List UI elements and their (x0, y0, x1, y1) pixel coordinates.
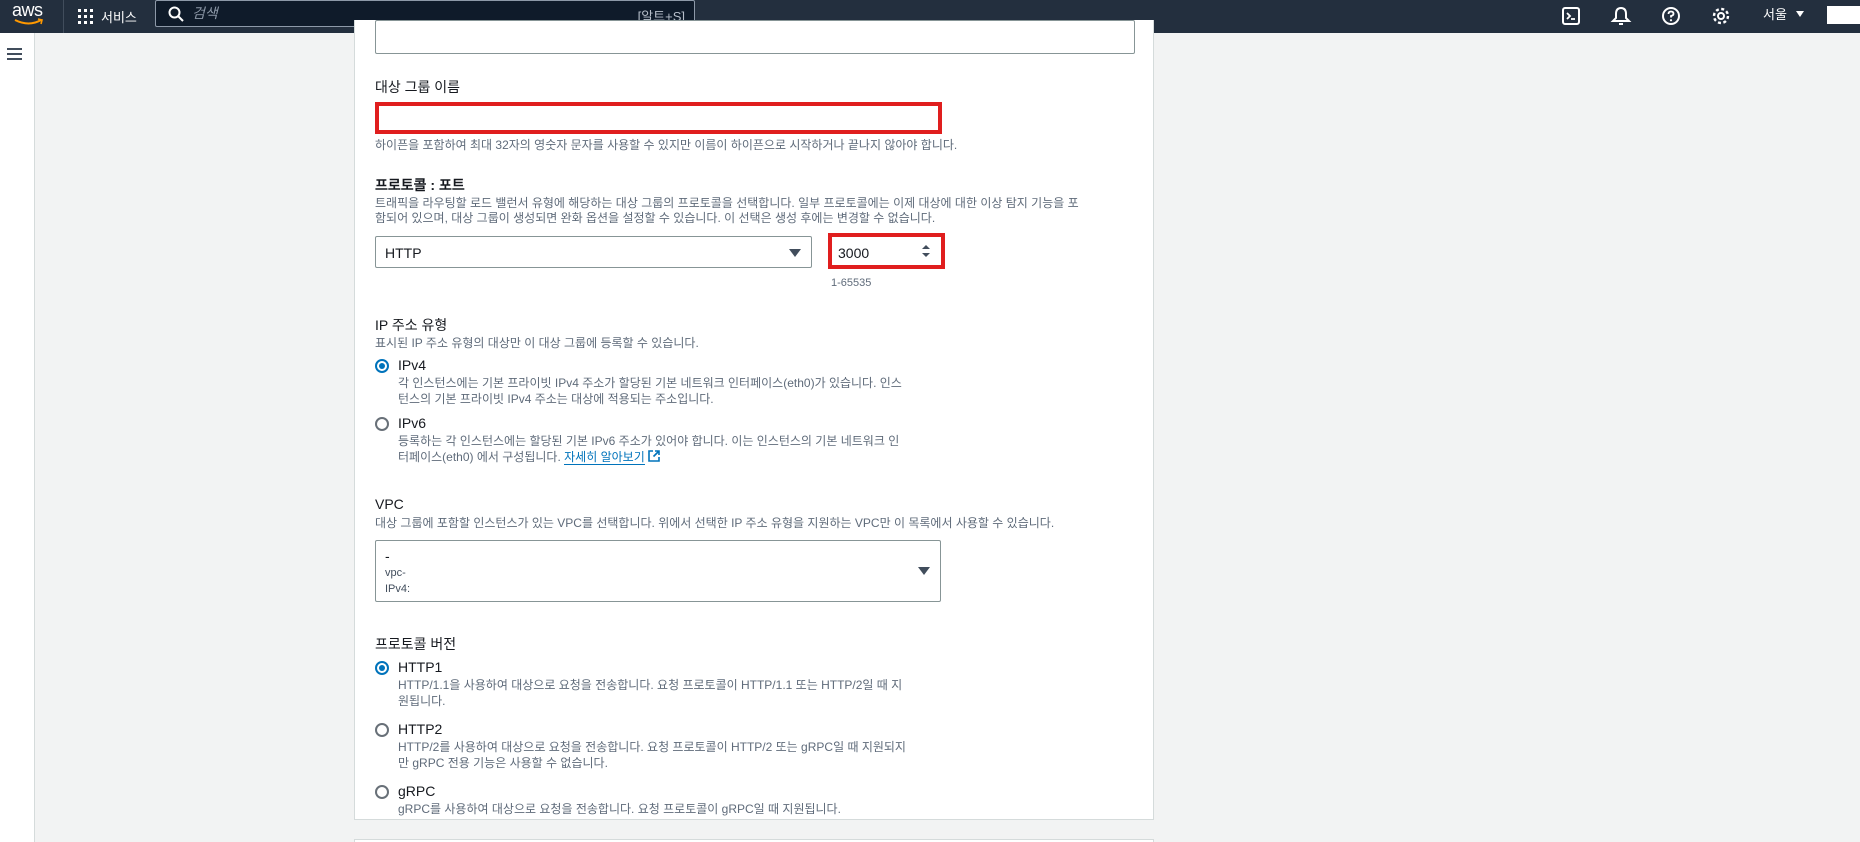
target-group-name-label: 대상 그룹 이름 (375, 79, 461, 95)
port-input[interactable]: 3000 (828, 233, 945, 269)
services-label: 서비스 (101, 10, 137, 25)
target-group-name-hint: 하이픈을 포함하여 최대 32자의 영숫자 문자를 사용할 수 있지만 이름이 … (375, 138, 958, 152)
vpc-label: VPC (375, 496, 404, 512)
basic-configuration-panel: 대상 그룹 이름 하이픈을 포함하여 최대 32자의 영숫자 문자를 사용할 수… (354, 20, 1154, 820)
protocol-port-label: 프로토콜 : 포트 (375, 177, 465, 193)
caret-down-icon (918, 567, 930, 575)
http2-desc-2: 만 gRPC 전용 기능은 사용할 수 없습니다. (398, 756, 608, 770)
http1-desc-2: 원됩니다. (398, 694, 446, 708)
vpc-select[interactable]: - vpc- IPv4: (375, 540, 941, 602)
caret-down-icon (1795, 10, 1804, 17)
notifications-icon[interactable] (1610, 5, 1632, 27)
vpc-ipv4: IPv4: (385, 583, 411, 595)
protocol-select[interactable]: HTTP (375, 236, 812, 268)
services-menu-button[interactable]: 서비스 (78, 0, 137, 33)
caret-down-icon (789, 249, 801, 257)
http2-radio[interactable] (375, 723, 389, 737)
ipv4-desc-1: 각 인스턴스에는 기본 프라이빗 IPv4 주소가 할당된 기본 네트워크 인터… (398, 376, 902, 390)
grpc-radio[interactable] (375, 785, 389, 799)
vpc-id: vpc- (385, 567, 406, 579)
vpc-name: - (385, 548, 390, 564)
grpc-label: gRPC (398, 783, 436, 799)
menu-icon[interactable] (7, 48, 22, 61)
account-menu[interactable] (1827, 6, 1860, 24)
vpc-desc: 대상 그룹에 포함할 인스턴스가 있는 VPC를 선택합니다. 위에서 선택한 … (375, 516, 1055, 530)
ipv6-desc-1: 등록하는 각 인스턴스에는 할당된 기본 IPv6 주소가 있어야 합니다. 이… (398, 434, 900, 448)
protocol-select-value: HTTP (385, 245, 422, 261)
search-icon (168, 6, 184, 22)
region-label: 서울 (1763, 7, 1787, 22)
port-range-hint: 1-65535 (831, 277, 872, 289)
protocol-version-label: 프로토콜 버전 (375, 636, 457, 652)
http1-radio[interactable] (375, 661, 389, 675)
ipv6-desc-2: 터페이스(eth0) 에서 구성됩니다. (398, 450, 561, 464)
nav-divider (63, 0, 64, 33)
learn-more-label: 자세히 알아보기 (564, 450, 645, 464)
port-value: 3000 (838, 245, 870, 261)
ipv6-radio[interactable] (375, 417, 389, 431)
learn-more-link[interactable]: 자세히 알아보기 (564, 450, 645, 465)
ip-type-desc: 표시된 IP 주소 유형의 대상만 이 대상 그룹에 등록할 수 있습니다. (375, 336, 699, 350)
grpc-desc-1: gRPC를 사용하여 대상으로 요청을 전송합니다. 요청 프로토콜이 gRPC… (398, 802, 841, 816)
ip-type-label: IP 주소 유형 (375, 317, 448, 333)
scrollbar-track[interactable] (1855, 33, 1860, 842)
http2-label: HTTP2 (398, 721, 443, 737)
previous-field-input[interactable] (375, 20, 1135, 54)
target-group-name-input[interactable] (375, 102, 942, 134)
help-icon[interactable] (1660, 5, 1682, 27)
external-link-icon (648, 450, 660, 462)
settings-icon[interactable] (1710, 5, 1732, 27)
ipv4-desc-2: 턴스의 기본 프라이빗 IPv4 주소는 대상에 적용되는 주소입니다. (398, 392, 714, 406)
ipv4-label: IPv4 (398, 357, 427, 373)
protocol-port-desc-2: 함되어 있으며, 대상 그룹이 생성되면 완화 옵션을 설정할 수 있습니다. … (375, 211, 936, 225)
http1-desc-1: HTTP/1.1을 사용하여 대상으로 요청을 전송합니다. 요청 프로토콜이 … (398, 678, 903, 692)
grid-icon (78, 9, 93, 24)
left-rail (0, 33, 35, 842)
region-selector[interactable]: 서울 (1763, 0, 1804, 27)
ipv4-radio[interactable] (375, 359, 389, 373)
ipv6-label: IPv6 (398, 415, 427, 431)
stepper-icon[interactable] (921, 244, 931, 258)
http2-desc-1: HTTP/2를 사용하여 대상으로 요청을 전송합니다. 요청 프로토콜이 HT… (398, 740, 906, 754)
ipv6-desc-2-row: 터페이스(eth0) 에서 구성됩니다. 자세히 알아보기 (398, 449, 660, 465)
aws-smile-icon (14, 18, 43, 25)
aws-logo[interactable]: aws (12, 0, 46, 29)
http1-label: HTTP1 (398, 659, 443, 675)
protocol-port-desc-1: 트래픽을 라우팅할 로드 밸런서 유형에 해당하는 대상 그룹의 프로토콜을 선… (375, 196, 1079, 210)
cloudshell-icon[interactable] (1560, 5, 1582, 27)
